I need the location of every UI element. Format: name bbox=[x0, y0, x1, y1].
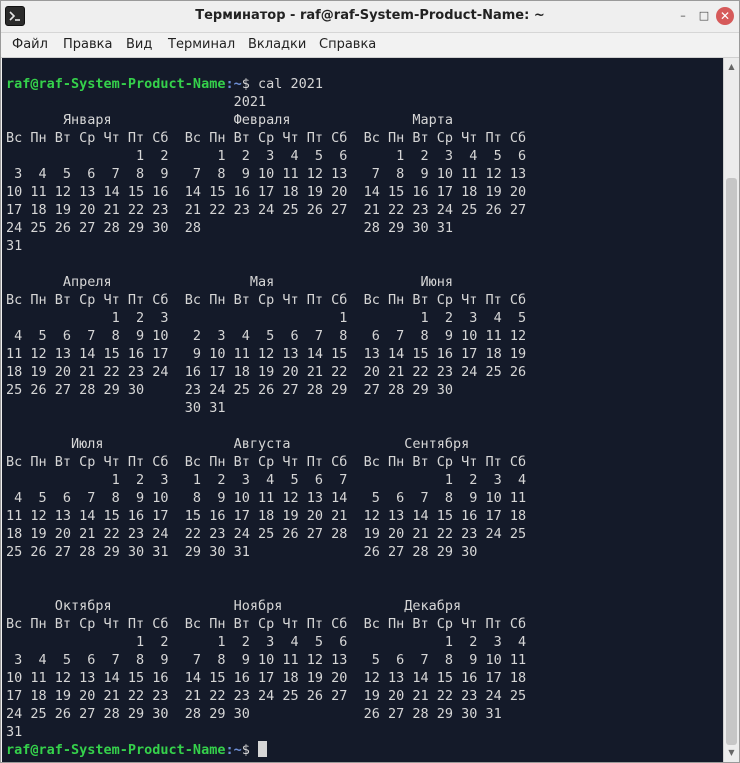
window-title: Терминатор - raf@raf-System-Product-Name… bbox=[195, 8, 545, 23]
terminal-content: raf@raf-System-Product-Name:~$ cal 2021 … bbox=[6, 75, 526, 759]
prompt-symbol: $ bbox=[241, 742, 258, 758]
calendar-output: 2021 Января Февраля Марта Вс Пн Вт Ср Чт… bbox=[6, 94, 527, 740]
menu-view[interactable]: Вид bbox=[126, 37, 152, 52]
menu-help[interactable]: Справка bbox=[319, 37, 376, 52]
scroll-down-icon[interactable]: ▼ bbox=[724, 746, 739, 760]
menu-edit[interactable]: Правка bbox=[63, 37, 112, 52]
prompt-user: raf@raf-System-Product-Name bbox=[6, 76, 226, 92]
menu-terminal[interactable]: Терминал bbox=[168, 37, 235, 52]
menu-file[interactable]: Файл bbox=[12, 37, 48, 52]
prompt-path: :~ bbox=[225, 76, 242, 92]
menu-tabs[interactable]: Вкладки bbox=[248, 37, 306, 52]
cursor bbox=[257, 741, 267, 757]
terminal-area[interactable]: raf@raf-System-Product-Name:~$ cal 2021 … bbox=[2, 58, 723, 762]
terminal-window: Терминатор - raf@raf-System-Product-Name… bbox=[0, 0, 740, 763]
vertical-scrollbar[interactable]: ▲ ▼ bbox=[723, 58, 739, 762]
minimize-button[interactable]: – bbox=[674, 7, 692, 25]
prompt-path: :~ bbox=[225, 742, 242, 758]
close-button[interactable]: ✕ bbox=[716, 7, 734, 25]
maximize-button[interactable]: □ bbox=[695, 7, 713, 25]
scroll-up-icon[interactable]: ▲ bbox=[724, 60, 739, 74]
menu-bar: Файл Правка Вид Терминал Вкладки Справка bbox=[1, 33, 739, 58]
prompt-user: raf@raf-System-Product-Name bbox=[6, 742, 226, 758]
command-text: cal 2021 bbox=[257, 76, 324, 92]
title-bar[interactable]: Терминатор - raf@raf-System-Product-Name… bbox=[1, 1, 739, 33]
prompt-symbol: $ bbox=[241, 76, 258, 92]
scroll-thumb[interactable] bbox=[726, 178, 737, 745]
